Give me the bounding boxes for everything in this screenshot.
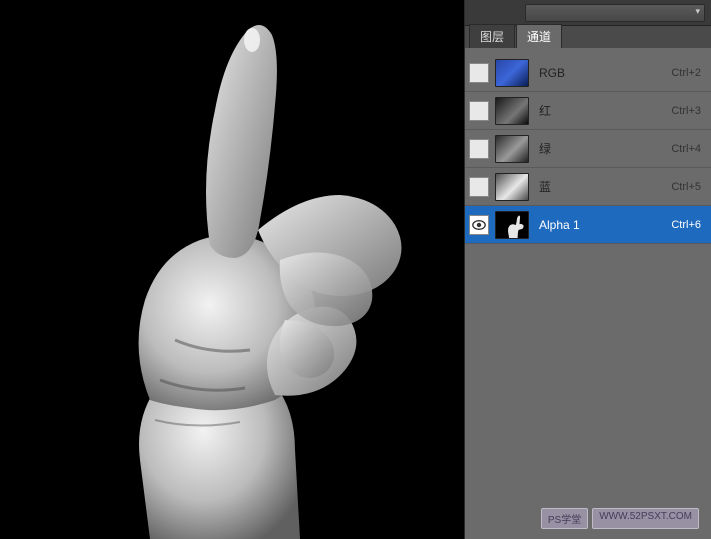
- watermark: PS学堂 WWW.52PSXT.COM: [541, 508, 699, 529]
- channel-row-red[interactable]: 红 Ctrl+3: [465, 92, 711, 130]
- channel-name: 蓝: [539, 178, 671, 195]
- channel-name: Alpha 1: [539, 218, 671, 232]
- visibility-toggle[interactable]: [469, 215, 489, 235]
- canvas-area[interactable]: [0, 0, 464, 539]
- side-panel: 图层 通道 RGB Ctrl+2 红 Ctrl+3: [464, 0, 711, 539]
- options-dropdown[interactable]: [525, 4, 705, 22]
- channel-thumbnail: [495, 173, 529, 201]
- tab-channels[interactable]: 通道: [516, 24, 562, 48]
- channel-thumbnail: [495, 135, 529, 163]
- channel-row-blue[interactable]: 蓝 Ctrl+5: [465, 168, 711, 206]
- channel-row-rgb[interactable]: RGB Ctrl+2: [465, 54, 711, 92]
- channel-name: 红: [539, 102, 671, 119]
- channel-shortcut: Ctrl+5: [671, 181, 701, 193]
- channels-list: RGB Ctrl+2 红 Ctrl+3 绿 Ctrl+4: [465, 48, 711, 539]
- channel-shortcut: Ctrl+6: [671, 219, 701, 231]
- channel-name: 绿: [539, 140, 671, 157]
- tab-layers[interactable]: 图层: [469, 24, 515, 48]
- channel-thumbnail: [495, 211, 529, 239]
- visibility-toggle[interactable]: [469, 139, 489, 159]
- panel-tabs: 图层 通道: [465, 26, 711, 48]
- channel-row-alpha1[interactable]: Alpha 1 Ctrl+6: [465, 206, 711, 244]
- channel-row-green[interactable]: 绿 Ctrl+4: [465, 130, 711, 168]
- channel-shortcut: Ctrl+2: [671, 67, 701, 79]
- channel-name: RGB: [539, 66, 671, 80]
- visibility-toggle[interactable]: [469, 101, 489, 121]
- channel-thumbnail: [495, 59, 529, 87]
- channel-shortcut: Ctrl+3: [671, 105, 701, 117]
- visibility-toggle[interactable]: [469, 177, 489, 197]
- visibility-toggle[interactable]: [469, 63, 489, 83]
- watermark-left: PS学堂: [541, 508, 588, 529]
- channel-thumbnail: [495, 97, 529, 125]
- canvas-image: [0, 0, 464, 539]
- eye-icon: [472, 220, 486, 230]
- options-bar: [465, 0, 711, 26]
- watermark-right: WWW.52PSXT.COM: [592, 508, 699, 529]
- channel-shortcut: Ctrl+4: [671, 143, 701, 155]
